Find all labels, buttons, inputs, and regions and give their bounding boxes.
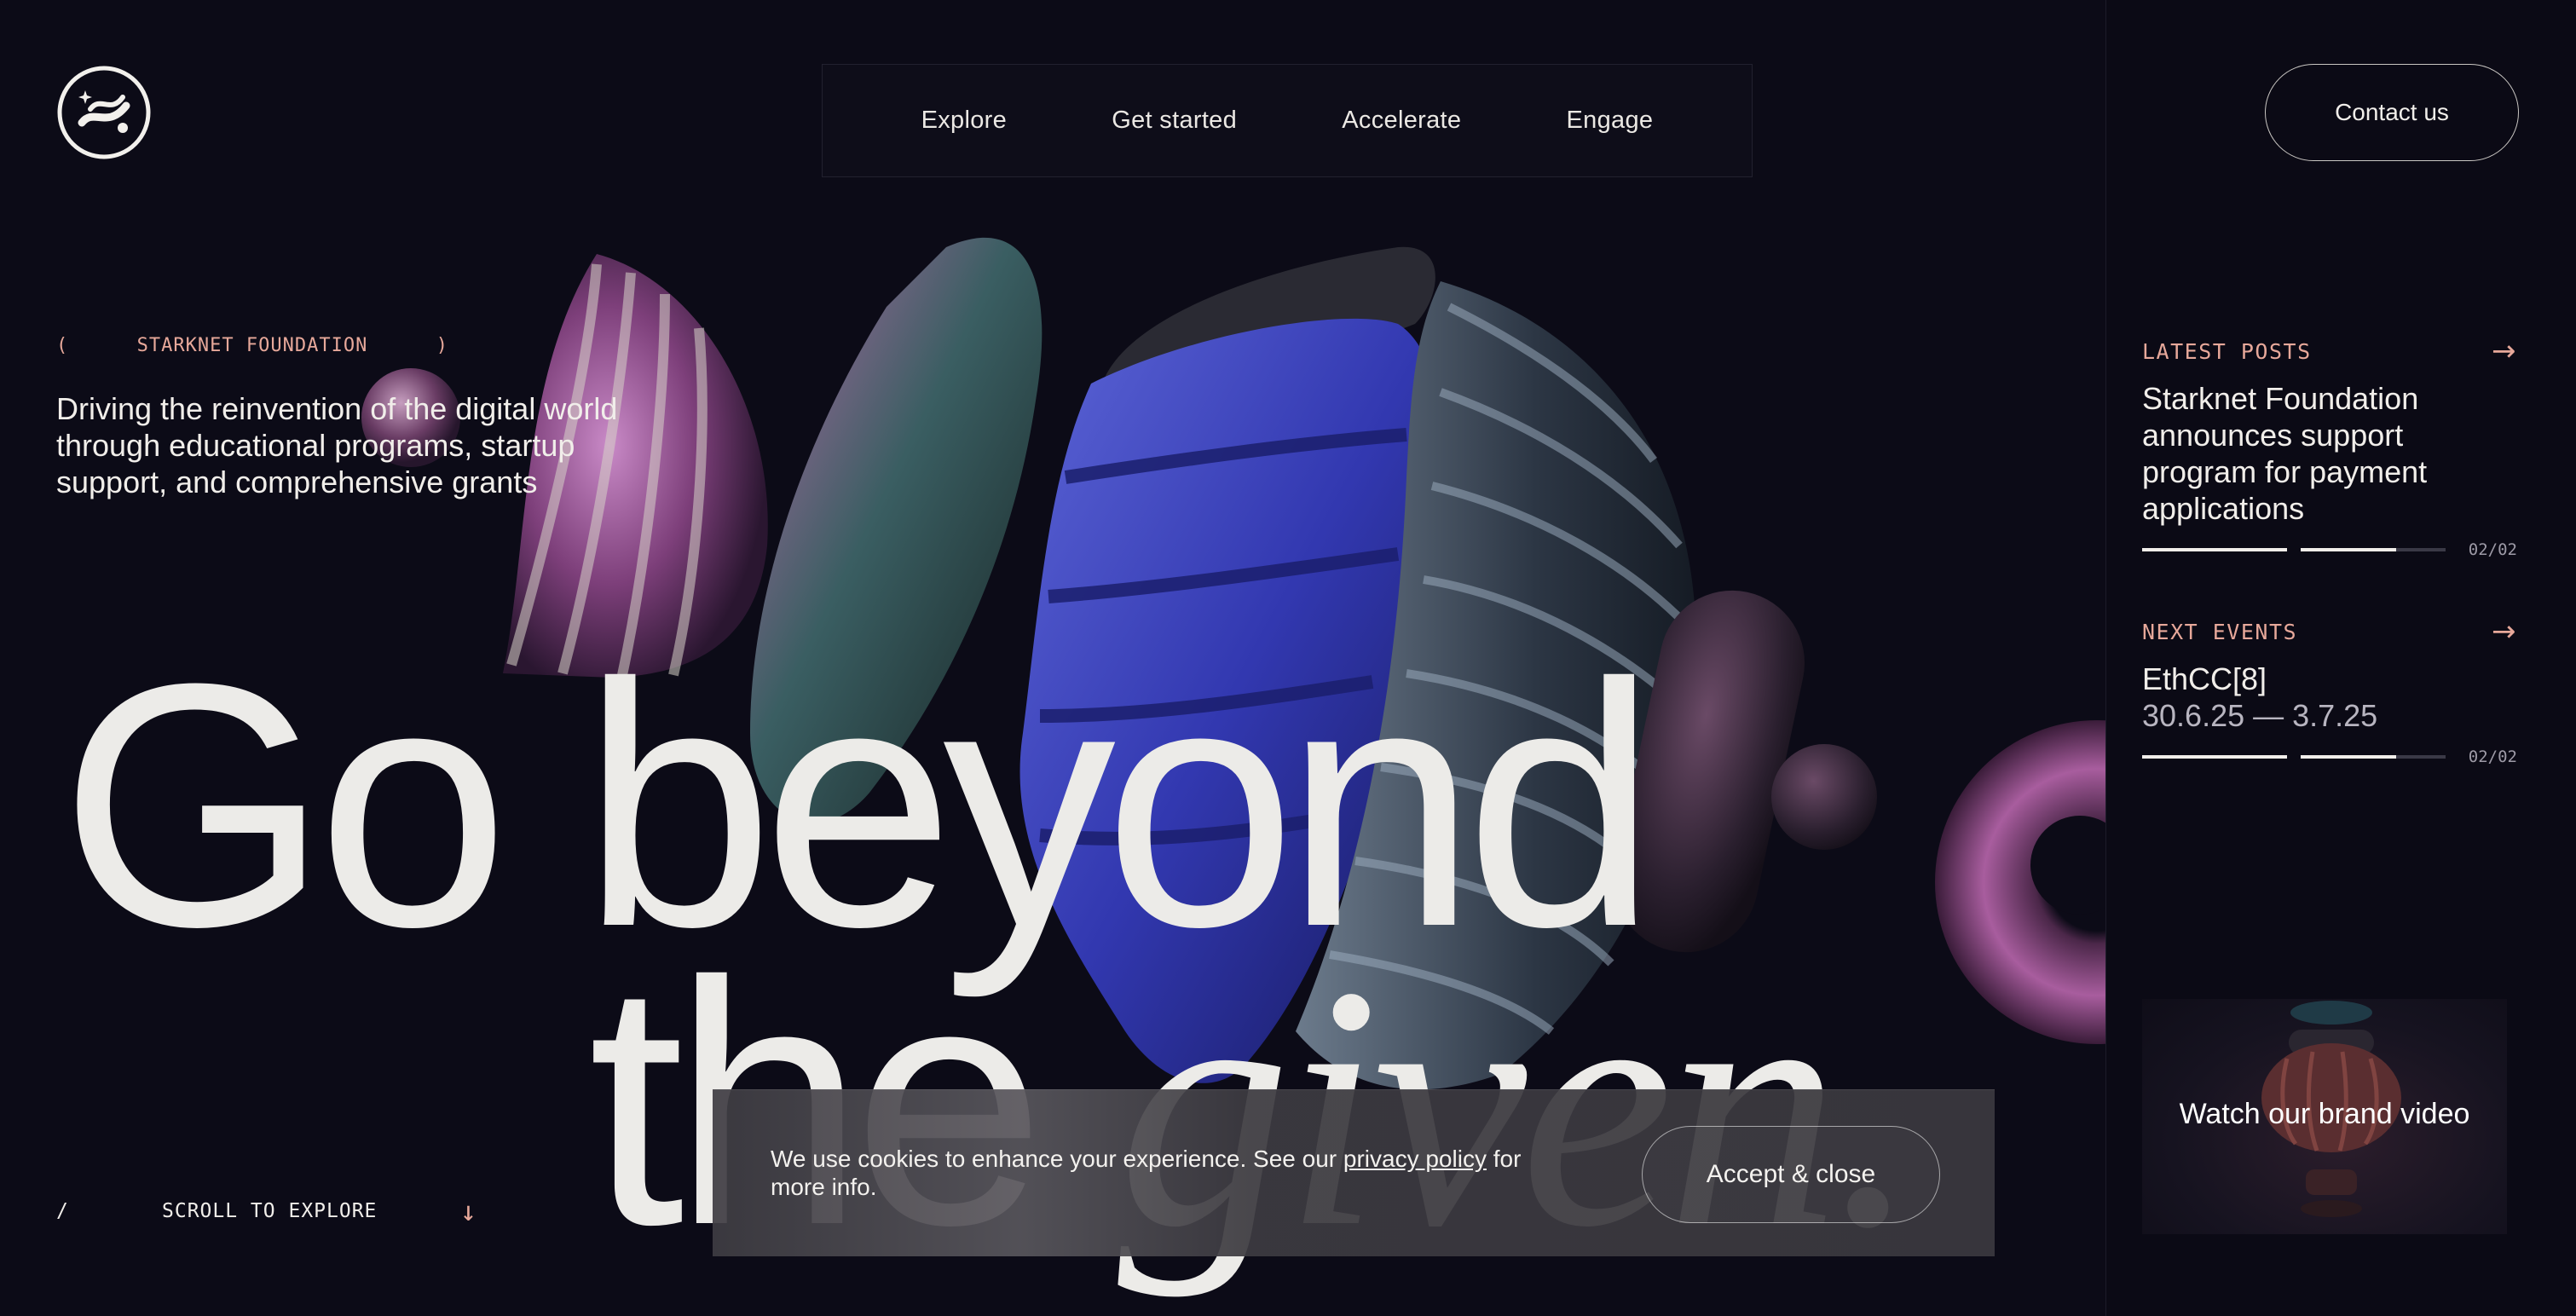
progress-fill-2 <box>2301 548 2397 551</box>
next-events-counter: 02/02 <box>2468 747 2517 766</box>
contact-us-button[interactable]: Contact us <box>2265 64 2519 161</box>
latest-posts-counter: 02/02 <box>2468 540 2517 559</box>
nav-explore[interactable]: Explore <box>921 107 1007 135</box>
next-events-header: NEXT EVENTS → <box>2142 615 2517 649</box>
progress-bar-1 <box>2142 755 2287 759</box>
nav-accelerate[interactable]: Accelerate <box>1342 107 1461 135</box>
latest-posts-heading: LATEST POSTS <box>2142 338 2312 364</box>
brand-video-thumbnail[interactable]: Watch our brand video <box>2142 999 2507 1234</box>
watch-video-label: Watch our brand video <box>2179 1098 2470 1130</box>
cookie-text-before: We use cookies to enhance your experienc… <box>771 1146 1343 1172</box>
scroll-label: SCROLL TO EXPLORE <box>162 1200 378 1222</box>
eyebrow-open-paren: ( <box>56 335 69 356</box>
cookie-message: We use cookies to enhance your experienc… <box>771 1145 1538 1201</box>
right-sidebar: Contact us LATEST POSTS → Starknet Found… <box>2105 0 2576 1316</box>
latest-post-title[interactable]: Starknet Foundation announces support pr… <box>2142 380 2517 527</box>
progress-fill-1 <box>2142 755 2287 759</box>
arrow-right-icon[interactable]: → <box>2492 615 2517 649</box>
arrow-down-icon: ↓ <box>459 1195 477 1227</box>
eyebrow-label: STARKNET FOUNDATION <box>136 335 368 356</box>
privacy-policy-link[interactable]: privacy policy <box>1343 1146 1487 1172</box>
scroll-slash: / <box>56 1200 69 1222</box>
progress-bar-2 <box>2301 548 2446 551</box>
arrow-right-icon[interactable]: → <box>2492 334 2517 368</box>
progress-bar-1 <box>2142 548 2287 551</box>
hero-intro-text: Driving the reinvention of the digital w… <box>56 391 618 499</box>
starknet-logo-icon[interactable] <box>56 65 152 160</box>
main-nav: Explore Get started Accelerate Engage <box>822 64 1753 177</box>
latest-posts-header: LATEST POSTS → <box>2142 334 2517 368</box>
next-events-progress: 02/02 <box>2142 747 2517 766</box>
event-date: 30.6.25 — 3.7.25 <box>2142 698 2378 733</box>
latest-posts-progress: 02/02 <box>2142 540 2517 559</box>
nav-get-started[interactable]: Get started <box>1112 107 1237 135</box>
latest-posts-block: LATEST POSTS → Starknet Foundation annou… <box>2142 334 2517 559</box>
hero-stage: Explore Get started Accelerate Engage ( … <box>0 0 2105 1316</box>
progress-bar-2 <box>2301 755 2446 759</box>
scroll-hint[interactable]: / SCROLL TO EXPLORE ↓ <box>56 1195 477 1227</box>
event-title[interactable]: EthCC[8] <box>2142 661 2517 697</box>
foundation-eyebrow: ( STARKNET FOUNDATION ) <box>56 335 448 356</box>
accept-close-button[interactable]: Accept & close <box>1642 1126 1940 1223</box>
next-events-heading: NEXT EVENTS <box>2142 619 2298 644</box>
cookie-banner: We use cookies to enhance your experienc… <box>713 1089 1995 1256</box>
next-events-block: NEXT EVENTS → EthCC[8] 30.6.25 — 3.7.25 … <box>2142 615 2517 766</box>
eyebrow-close-paren: ) <box>436 335 448 356</box>
progress-fill-1 <box>2142 548 2287 551</box>
nav-engage[interactable]: Engage <box>1567 107 1654 135</box>
progress-fill-2 <box>2301 755 2397 759</box>
